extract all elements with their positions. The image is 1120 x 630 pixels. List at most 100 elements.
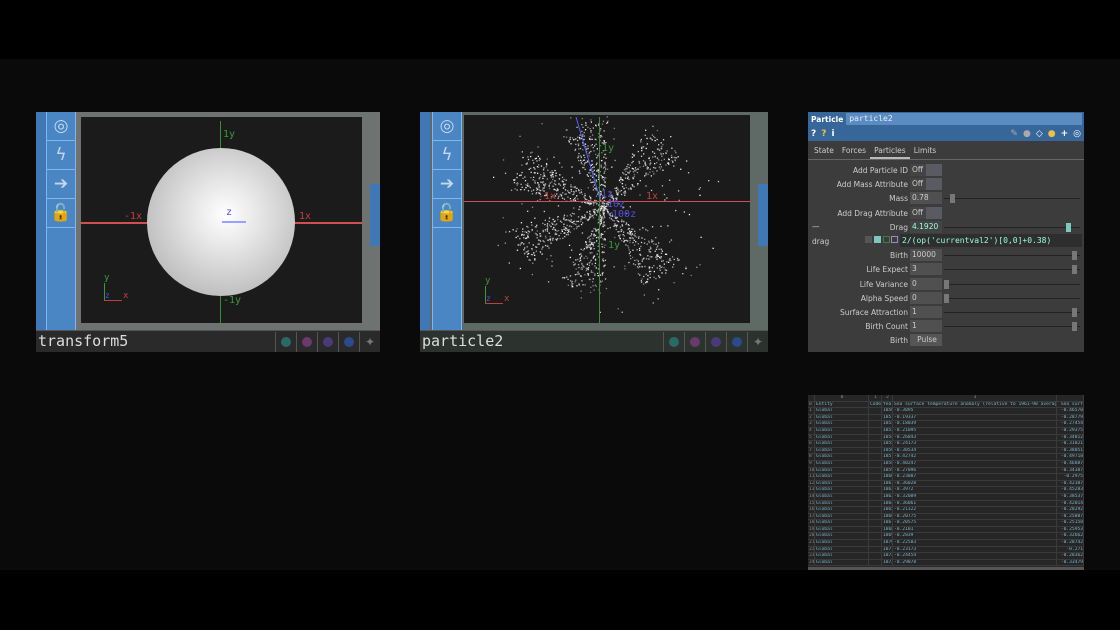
lock-icon[interactable]: 🔓 — [47, 199, 75, 228]
table-cell[interactable] — [869, 553, 882, 559]
table-cell[interactable]: 18 — [808, 520, 815, 526]
table-cell[interactable] — [869, 434, 882, 441]
table-cell[interactable]: -0.28362 — [1057, 553, 1084, 559]
param-value-field[interactable]: 0 — [910, 277, 942, 290]
table-cell[interactable]: 7 — [808, 447, 815, 454]
table-row[interactable]: 14 Global 1863 -0.32089 -0.38537 — [808, 493, 1084, 501]
table-cell[interactable]: Global — [815, 454, 869, 460]
table-row[interactable]: 7 Global 1856 -0.30534 -0.38051 — [808, 447, 1084, 455]
table-cell[interactable]: -0.34812 — [1057, 434, 1084, 441]
arrow-right-icon[interactable]: ➔ — [47, 170, 75, 199]
table-cell[interactable]: 20 — [808, 533, 815, 540]
table-cell[interactable]: 8 — [808, 454, 815, 460]
table-cell[interactable]: -0.23173 — [893, 546, 1057, 553]
table-cell[interactable] — [869, 520, 882, 526]
table-cell[interactable] — [869, 546, 882, 553]
table-dat-viewer[interactable]: 0 1 2 3 0 Entity Code Year Sea surface temperatu… — [808, 395, 1084, 570]
table-row[interactable]: 13 Global 1862 -0.3972 -0.45283 — [808, 487, 1084, 494]
table-cell[interactable]: Entity — [815, 401, 869, 408]
table-cell[interactable] — [869, 467, 882, 474]
param-slider-track[interactable] — [944, 198, 1080, 200]
table-row[interactable]: 9 Global 1858 -0.40247 -0.46887 — [808, 460, 1084, 468]
table-cell[interactable]: Year — [882, 401, 893, 408]
table-cell[interactable]: 1855 — [882, 441, 893, 447]
node-name-bar[interactable]: transform5 ✦ — [36, 330, 380, 352]
param-slider-handle[interactable] — [944, 293, 949, 303]
table-cell[interactable]: 21 — [808, 540, 815, 546]
table-cell[interactable] — [869, 421, 882, 427]
table-cell[interactable]: -0.36028 — [893, 480, 1057, 487]
info-icon[interactable]: i — [831, 129, 834, 139]
arrow-right-icon[interactable]: ➔ — [433, 170, 461, 199]
table-cell[interactable]: 6 — [808, 441, 815, 447]
table-cell[interactable] — [869, 441, 882, 447]
table-cell[interactable] — [869, 460, 882, 467]
table-cell[interactable]: -0.22583 — [893, 540, 1057, 546]
table-cell[interactable]: Global — [815, 467, 869, 474]
table-cell[interactable] — [869, 493, 882, 500]
param-value-field[interactable]: 10000 — [910, 249, 942, 262]
table-cell[interactable]: -0.38051 — [1057, 447, 1084, 454]
table-cell[interactable]: 15 — [808, 500, 815, 507]
table-cell[interactable]: -0.36061 — [893, 500, 1057, 507]
table-cell[interactable] — [869, 559, 882, 566]
param-value-field[interactable]: 0 — [910, 291, 942, 304]
table-cell[interactable]: -0.29078 — [893, 559, 1057, 566]
table-cell[interactable] — [869, 513, 882, 520]
param-toggle[interactable] — [926, 178, 942, 191]
table-cell[interactable] — [869, 408, 882, 414]
node-name-bar[interactable]: particle2 ✦ — [420, 330, 768, 352]
flag-bypass[interactable] — [684, 332, 705, 352]
table-cell[interactable]: -0.21095 — [893, 427, 1057, 434]
table-cell[interactable]: -0.42742 — [893, 454, 1057, 460]
table-cell[interactable]: -0.2101 — [893, 526, 1057, 533]
table-cell[interactable]: Global — [815, 520, 869, 526]
table-cell[interactable]: 1870 — [882, 540, 893, 546]
table-cell[interactable]: Global — [815, 421, 869, 427]
param-slider-handle[interactable] — [944, 279, 949, 289]
particle2-viewer[interactable]: ◎ ϟ ➔ 🔓 1y -1y -1x 1x 1z -10z -100z y x … — [420, 112, 768, 352]
comment-icon[interactable]: ● — [1023, 129, 1031, 139]
table-cell[interactable]: 1851 — [882, 414, 893, 421]
table-cell[interactable]: -0.34387 — [1057, 467, 1084, 474]
table-cell[interactable]: -0.28742 — [1057, 540, 1084, 546]
table-cell[interactable]: -0.25158 — [1057, 520, 1084, 526]
table-cell[interactable]: Sea surf — [1057, 401, 1084, 408]
help-icon[interactable]: ? — [811, 129, 816, 139]
table-cell[interactable]: Global — [815, 500, 869, 507]
table-row[interactable]: 2 Global 1851 -0.19337 -0.28779 — [808, 414, 1084, 422]
table-row[interactable]: 18 Global 1867 -0.20575 -0.25158 — [808, 520, 1084, 527]
table-cell[interactable]: 1863 — [882, 493, 893, 500]
table-cell[interactable]: Global — [815, 559, 869, 566]
table-cell[interactable]: -0.42014 — [1057, 500, 1084, 507]
table-row[interactable]: 23 Global 1872 -0.24454 -0.28362 — [808, 553, 1084, 560]
param-slider-track[interactable] — [944, 326, 1080, 328]
table-cell[interactable]: Global — [815, 474, 869, 480]
table-cell[interactable]: Global — [815, 414, 869, 421]
table-cell[interactable]: 1850 — [882, 408, 893, 414]
flag-cooking[interactable] — [275, 332, 296, 352]
param-toggle-value[interactable]: Off — [910, 178, 926, 191]
flag-cooking[interactable] — [663, 332, 684, 352]
table-cell[interactable] — [869, 533, 882, 540]
tab-forces[interactable]: Forces — [838, 146, 870, 159]
table-cell[interactable]: 1872 — [882, 553, 893, 559]
bolt-icon[interactable]: ϟ — [47, 141, 75, 170]
target-icon[interactable]: ◎ — [47, 112, 75, 141]
transform5-viewer[interactable]: ◎ ϟ ➔ 🔓 1y -1y -1x 1x z y x z transform5… — [36, 112, 380, 352]
tab-limits[interactable]: Limits — [910, 146, 941, 159]
table-cell[interactable]: -0.20775 — [893, 513, 1057, 520]
table-row[interactable]: 3 Global 1852 -0.18039 -0.27454 — [808, 421, 1084, 428]
param-slider-track[interactable] — [944, 226, 1080, 228]
param-value-field[interactable]: 1 — [910, 320, 942, 333]
table-cell[interactable]: 1865 — [882, 507, 893, 513]
table-row[interactable]: 15 Global 1864 -0.36061 -0.42014 — [808, 500, 1084, 508]
param-slider-track[interactable] — [944, 311, 1080, 313]
table-cell[interactable] — [869, 507, 882, 513]
param-slider-handle[interactable] — [1072, 307, 1077, 317]
table-cell[interactable]: -0.2975 — [1057, 474, 1084, 480]
clone-icon[interactable]: ◇ — [1036, 129, 1043, 139]
table-cell[interactable]: -0.2839 — [893, 533, 1057, 540]
table-cell[interactable] — [869, 487, 882, 493]
param-value-field[interactable]: 1 — [910, 305, 942, 318]
